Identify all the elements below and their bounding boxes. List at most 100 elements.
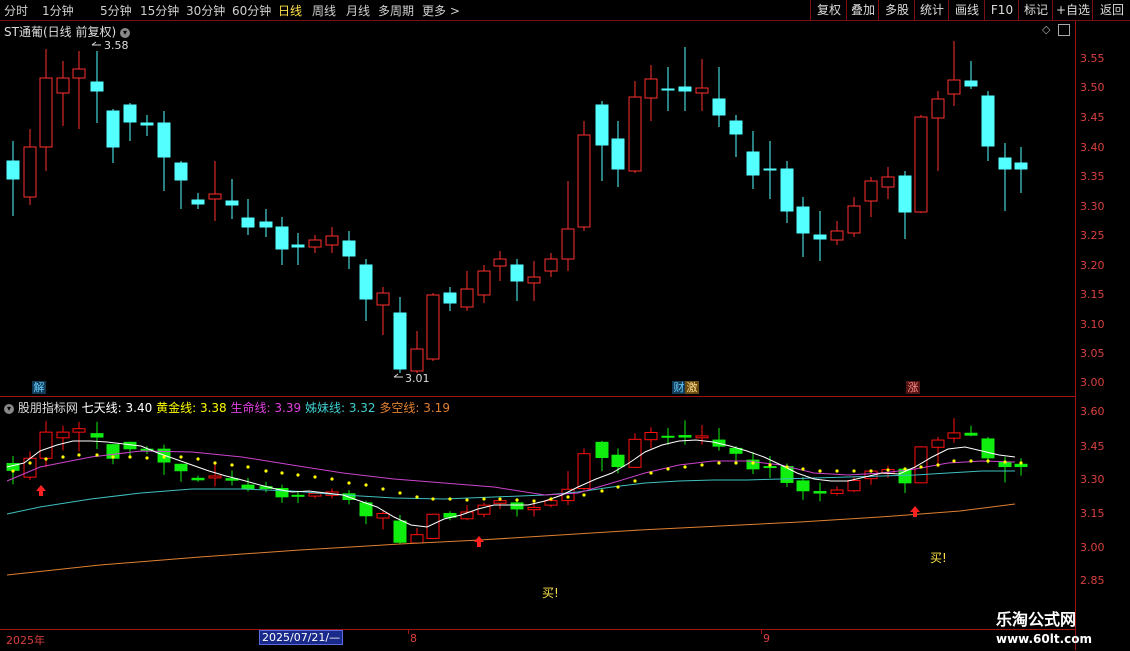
period-monthly[interactable]: 月线 bbox=[346, 2, 370, 19]
draw-line-button[interactable]: 画线 bbox=[948, 0, 985, 20]
golden-line-dot bbox=[128, 455, 132, 459]
golden-line-dot bbox=[313, 475, 317, 479]
period-1min[interactable]: 1分钟 bbox=[42, 2, 74, 19]
period-5min[interactable]: 5分钟 bbox=[100, 2, 132, 19]
candlestick bbox=[106, 109, 120, 163]
period-more[interactable]: 更多 > bbox=[422, 2, 460, 19]
golden-line-dot bbox=[869, 469, 873, 473]
overlay-button[interactable]: 叠加 bbox=[846, 0, 879, 20]
indicator-candle bbox=[947, 418, 961, 443]
watermark-logo: 乐淘公式网 www.60lt.com bbox=[990, 608, 1130, 651]
toolbar: 分时 1分钟 5分钟 15分钟 30分钟 60分钟 日线 周线 月线 多周期 更… bbox=[0, 0, 1130, 21]
candlestick bbox=[830, 221, 844, 245]
golden-line-dot bbox=[666, 467, 670, 471]
candlestick bbox=[628, 81, 642, 173]
period-weekly[interactable]: 周线 bbox=[312, 2, 336, 19]
golden-line-dot bbox=[700, 463, 704, 467]
period-multi[interactable]: 多周期 bbox=[378, 2, 414, 19]
indicator-candle bbox=[577, 448, 591, 491]
golden-line-dot bbox=[196, 457, 200, 461]
high-marker-arrow bbox=[91, 41, 101, 46]
indicator-candle bbox=[90, 421, 104, 450]
indicator-tick: 3.45 bbox=[1080, 440, 1105, 453]
event-limit-up-marker[interactable]: 涨 bbox=[906, 381, 920, 394]
event-finance-marker[interactable]: 财 bbox=[672, 381, 686, 394]
candlestick bbox=[291, 233, 305, 265]
candlestick bbox=[544, 253, 558, 277]
golden-line-dot bbox=[1019, 461, 1023, 465]
candlestick bbox=[931, 91, 945, 171]
candlestick bbox=[763, 141, 777, 199]
restore-rights-button[interactable]: 复权 bbox=[810, 0, 847, 20]
candlestick bbox=[947, 41, 961, 106]
price-tick: 3.45 bbox=[1080, 111, 1105, 124]
tick-mark bbox=[761, 629, 762, 634]
event-incentive-marker[interactable]: 激 bbox=[685, 381, 699, 394]
golden-line-dot bbox=[852, 469, 856, 473]
statistics-button[interactable]: 统计 bbox=[914, 0, 949, 20]
indicator-candle bbox=[376, 511, 390, 530]
indicator-candle bbox=[174, 463, 188, 482]
golden-line-dot bbox=[11, 469, 15, 473]
event-unlock-marker[interactable]: 解 bbox=[32, 381, 46, 394]
golden-line-dot bbox=[213, 461, 217, 465]
candlestick bbox=[140, 115, 154, 136]
golden-line-dot bbox=[296, 473, 300, 477]
price-tick: 3.40 bbox=[1080, 141, 1105, 154]
watermark-title: 乐淘公式网 bbox=[996, 610, 1076, 629]
period-15min[interactable]: 15分钟 bbox=[140, 2, 179, 19]
indicator-candle bbox=[191, 475, 205, 482]
candlestick bbox=[898, 171, 912, 239]
golden-line-dot bbox=[465, 498, 469, 502]
indicator-candle bbox=[712, 427, 726, 451]
indicator-candle bbox=[914, 446, 928, 484]
candlestick bbox=[241, 199, 255, 235]
period-60min[interactable]: 60分钟 bbox=[232, 2, 271, 19]
seven-day-line bbox=[6, 439, 1016, 528]
price-tick: 3.55 bbox=[1080, 52, 1105, 65]
buy-arrows bbox=[36, 485, 920, 547]
golden-line-dot bbox=[230, 463, 234, 467]
golden-line-dot bbox=[179, 455, 183, 459]
add-watchlist-button[interactable]: +自选 bbox=[1052, 0, 1093, 20]
indicator-tick: 3.00 bbox=[1080, 541, 1105, 554]
candlestick bbox=[964, 61, 978, 89]
candlestick bbox=[6, 141, 20, 216]
candlestick bbox=[39, 49, 53, 171]
candlestick bbox=[56, 61, 70, 126]
golden-line-dot bbox=[751, 461, 755, 465]
golden-line-dot bbox=[1003, 460, 1007, 464]
back-button[interactable]: 返回 bbox=[1092, 0, 1130, 20]
golden-line-dot bbox=[28, 461, 32, 465]
candlestick bbox=[1014, 147, 1028, 193]
f10-button[interactable]: F10 bbox=[984, 0, 1019, 20]
candlestick bbox=[561, 181, 575, 271]
golden-line-dot bbox=[145, 456, 149, 460]
golden-line-dot bbox=[381, 487, 385, 491]
golden-line-dot bbox=[600, 489, 604, 493]
golden-line-dot bbox=[77, 453, 81, 457]
axis-divider bbox=[1075, 21, 1076, 650]
candlestick bbox=[998, 143, 1012, 211]
golden-line-dot bbox=[582, 493, 586, 497]
candlestick bbox=[813, 211, 827, 261]
mark-button[interactable]: 标记 bbox=[1018, 0, 1053, 20]
indicator-chart[interactable]: 买! 买! bbox=[0, 397, 1075, 629]
indicator-candle bbox=[157, 444, 171, 475]
period-30min[interactable]: 30分钟 bbox=[186, 2, 225, 19]
price-tick: 3.10 bbox=[1080, 318, 1105, 331]
indicator-candle bbox=[72, 421, 86, 452]
period-daily[interactable]: 日线 bbox=[278, 2, 302, 19]
golden-line-dot bbox=[498, 497, 502, 501]
indicator-tick: 3.60 bbox=[1080, 405, 1105, 418]
candlestick bbox=[376, 287, 390, 335]
candlestick-chart[interactable]: 3.58 3.01 bbox=[0, 21, 1075, 396]
candlestick bbox=[914, 115, 928, 213]
price-tick: 3.00 bbox=[1080, 376, 1105, 389]
price-tick: 3.35 bbox=[1080, 170, 1105, 183]
buy-arrow-icon bbox=[474, 536, 484, 547]
watermark-url: www.60lt.com bbox=[996, 632, 1092, 646]
period-intraday[interactable]: 分时 bbox=[4, 2, 28, 19]
multi-stock-button[interactable]: 多股 bbox=[878, 0, 915, 20]
candlestick bbox=[225, 179, 239, 219]
